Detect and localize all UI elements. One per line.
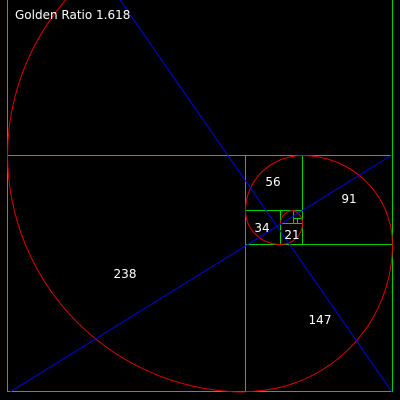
square-labels: 238 147 91 56 34 21 <box>114 175 357 327</box>
square-label-34: 34 <box>254 221 269 235</box>
diagram-title: Golden Ratio 1.618 <box>15 8 131 22</box>
diagonal-lines <box>9 0 393 393</box>
spiral-arc-13 <box>293 210 304 224</box>
spiral-arc-outer <box>6 0 246 393</box>
golden-spiral-diagram: 238 147 91 56 34 21 <box>6 0 393 393</box>
outer-frame <box>7 0 393 392</box>
square-outlines <box>7 0 393 392</box>
square-label-21: 21 <box>284 228 299 242</box>
diagonal-cross <box>9 154 393 393</box>
square-label-238: 238 <box>114 267 137 281</box>
square-label-56: 56 <box>265 175 280 189</box>
golden-ratio-canvas: 238 147 91 56 34 21 Golden Ratio 1.618 <box>0 0 400 400</box>
golden-spiral <box>6 0 393 393</box>
square-label-147: 147 <box>309 313 332 327</box>
square-label-91: 91 <box>341 192 356 206</box>
